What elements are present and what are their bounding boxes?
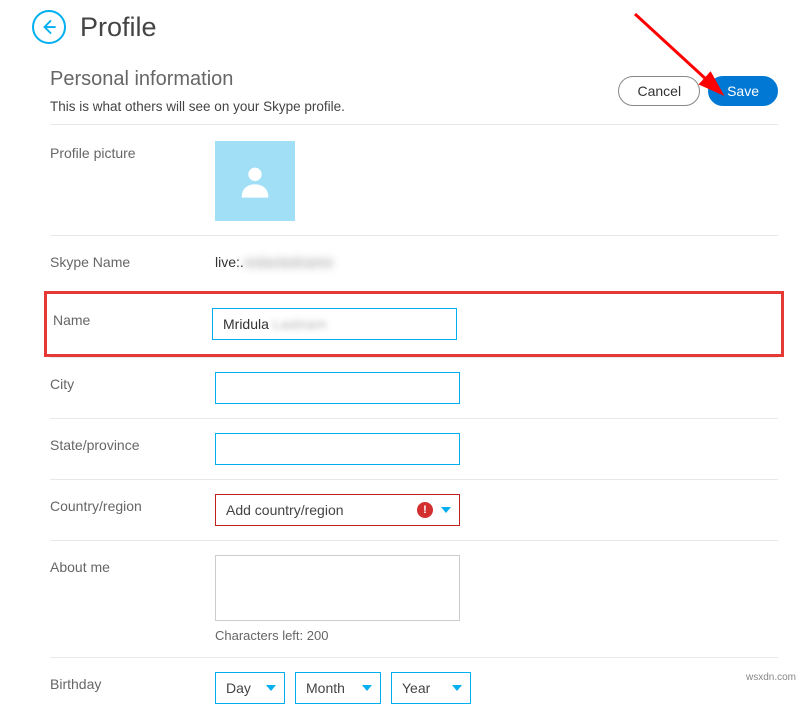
name-row: Name Mridula Lastnam — [44, 291, 784, 357]
chars-left-text: Characters left: 200 — [215, 628, 778, 643]
birthday-day-select[interactable]: Day — [215, 672, 285, 704]
birthday-row: Birthday Day Month Year — [50, 657, 778, 718]
profile-picture-placeholder[interactable] — [215, 141, 295, 221]
state-input[interactable] — [215, 433, 460, 465]
about-row: About me Characters left: 200 — [50, 540, 778, 657]
city-input[interactable] — [215, 372, 460, 404]
about-label: About me — [50, 555, 215, 575]
chevron-down-icon — [441, 507, 451, 513]
page-title: Profile — [80, 12, 157, 43]
city-row: City — [50, 357, 778, 418]
city-label: City — [50, 372, 215, 392]
skype-name-row: Skype Name live:.redactedname — [50, 235, 778, 291]
chevron-down-icon — [362, 685, 372, 691]
section-title: Personal information — [50, 68, 345, 91]
profile-picture-row: Profile picture — [50, 124, 778, 235]
birthday-year-select[interactable]: Year — [391, 672, 471, 704]
birthday-month-select[interactable]: Month — [295, 672, 381, 704]
skype-name-label: Skype Name — [50, 250, 215, 270]
country-row: Country/region Add country/region ! — [50, 479, 778, 540]
watermark: wsxdn.com — [746, 672, 796, 683]
country-select[interactable]: Add country/region ! — [215, 494, 460, 526]
person-icon — [235, 161, 275, 201]
about-textarea[interactable] — [215, 555, 460, 621]
cancel-button[interactable]: Cancel — [618, 76, 700, 106]
skype-name-prefix: live:. — [215, 254, 244, 270]
name-input[interactable]: Mridula Lastnam — [212, 308, 457, 340]
birthday-label: Birthday — [50, 672, 215, 692]
save-button[interactable]: Save — [708, 76, 778, 106]
country-label: Country/region — [50, 494, 215, 514]
name-label: Name — [53, 308, 212, 328]
section-subtitle: This is what others will see on your Sky… — [50, 99, 345, 114]
chevron-down-icon — [452, 685, 462, 691]
profile-picture-label: Profile picture — [50, 141, 215, 161]
chevron-down-icon — [266, 685, 276, 691]
arrow-left-icon — [40, 18, 58, 36]
state-label: State/province — [50, 433, 215, 453]
back-button[interactable] — [32, 10, 66, 44]
state-row: State/province — [50, 418, 778, 479]
country-select-placeholder: Add country/region — [226, 502, 344, 518]
skype-name-value: redactedname — [244, 254, 334, 270]
error-icon: ! — [417, 502, 433, 518]
